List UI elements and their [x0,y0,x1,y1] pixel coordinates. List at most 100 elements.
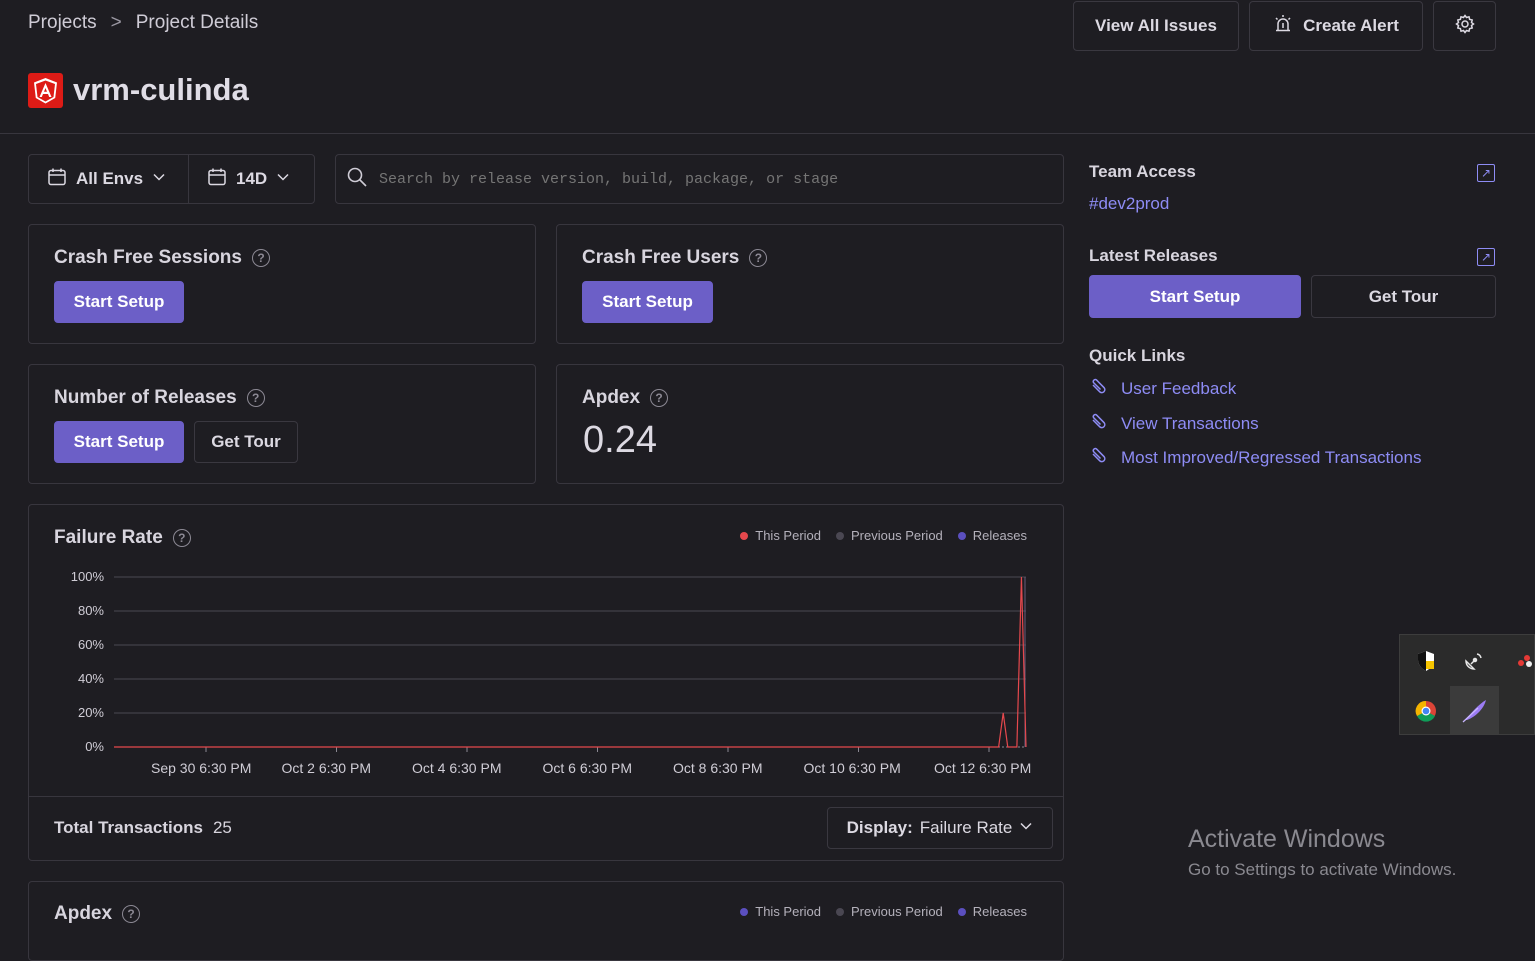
external-link-icon[interactable]: ↗ [1477,164,1495,182]
system-tray-overflow [1399,634,1535,735]
display-select-value: Failure Rate [919,818,1013,837]
apdex-chart-card: Apdex ? This Period Previous Period Rele… [28,881,1064,961]
page-title: vrm-culinda [73,72,249,107]
create-alert-button[interactable]: Create Alert [1249,1,1423,51]
team-link[interactable]: #dev2prod [1089,194,1169,214]
y-tick-label: 80% [77,603,104,618]
series-line-this-period[interactable] [114,576,1027,748]
start-setup-button[interactable]: Start Setup [582,281,713,323]
x-tick-label: Oct 10 6:30 PM [803,760,901,776]
release-search[interactable] [335,154,1064,204]
legend-label: Releases [972,528,1027,543]
activate-windows-subtitle: Go to Settings to activate Windows. [1188,860,1457,879]
quick-link-label: User Feedback [1121,378,1237,398]
chart-footer-divider [29,796,1063,797]
start-setup-button[interactable]: Start Setup [1089,275,1301,318]
x-tick-label: Oct 2 6:30 PM [281,760,371,776]
failure-rate-title: Failure Rate [54,527,163,548]
activate-windows-title: Activate Windows [1188,825,1386,853]
legend-dot [957,907,966,916]
legend-dot [957,531,966,540]
legend-releases[interactable]: Releases [957,528,1027,543]
help-icon[interactable]: ? [122,905,141,923]
legend-this-period[interactable]: This Period [740,528,821,543]
legend-previous-period[interactable]: Previous Period [836,528,943,543]
chevron-down-icon [276,169,290,189]
legend-releases[interactable]: Releases [957,904,1027,919]
colorful-app-icon[interactable] [1513,649,1535,673]
legend-dot [740,531,749,540]
breadcrumb-projects[interactable]: Projects [28,12,97,34]
paperclip-icon [1089,411,1109,436]
card-title: Apdex ? [54,903,141,925]
team-access-title: Team Access [1089,162,1196,181]
quick-link-user-feedback[interactable]: User Feedback [1089,376,1236,401]
start-setup-button[interactable]: Start Setup [54,281,184,323]
help-icon[interactable]: ? [650,389,669,407]
period-filter[interactable]: 14D [189,155,314,203]
env-filter[interactable]: All Envs [29,155,189,203]
get-tour-button[interactable]: Get Tour [1311,275,1496,318]
calendar-icon [207,167,227,192]
search-icon [346,166,368,193]
chart-legend: This Period Previous Period Releases [740,528,1027,543]
help-icon[interactable]: ? [246,389,265,407]
quick-link-label: View Transactions [1121,413,1259,433]
breadcrumb-separator-icon: > [110,12,122,33]
apdex-title: Apdex [582,387,641,408]
x-tick-label: Sep 30 6:30 PM [151,760,252,776]
external-link-icon[interactable]: ↗ [1477,248,1495,266]
crash-free-users-title: Crash Free Users [582,247,740,268]
satellite-icon[interactable] [1462,649,1486,673]
help-icon[interactable]: ? [749,249,768,267]
env-filter-label: All Envs [76,169,144,188]
calendar-icon [47,167,67,192]
security-shield-icon[interactable] [1414,649,1438,673]
settings-button[interactable] [1433,1,1496,51]
legend-this-period[interactable]: This Period [740,904,821,919]
help-icon[interactable]: ? [172,529,191,547]
legend-dot [836,907,845,916]
apdex-card: Apdex ? 0.24 [556,364,1064,484]
quick-link-view-transactions[interactable]: View Transactions [1089,411,1259,436]
chrome-icon[interactable] [1414,699,1438,723]
search-input[interactable] [377,169,1063,189]
display-select[interactable]: Display: Failure Rate [827,807,1053,849]
x-tick-label: Oct 8 6:30 PM [673,760,763,776]
legend-label: Previous Period [851,528,943,543]
card-title: Apdex ? [582,387,669,409]
paperclip-icon [1089,445,1109,470]
filter-group: All Envs 14D [28,154,315,204]
legend-previous-period[interactable]: Previous Period [836,904,943,919]
crash-free-sessions-title: Crash Free Sessions [54,247,242,268]
breadcrumb-current: Project Details [135,12,259,33]
quick-link-most-improved[interactable]: Most Improved/Regressed Transactions [1089,445,1421,470]
create-alert-label: Create Alert [1303,16,1399,35]
total-transactions-label: Total Transactions [54,818,203,837]
start-setup-button[interactable]: Start Setup [54,421,184,463]
chevron-down-icon [1019,818,1033,838]
number-of-releases-title: Number of Releases [54,387,237,408]
apdex-chart-title: Apdex [54,903,113,924]
legend-label: Releases [972,904,1027,919]
quick-link-label: Most Improved/Regressed Transactions [1121,447,1422,467]
failure-rate-card: Failure Rate ? This Period Previous Peri… [28,504,1064,861]
card-title: Crash Free Sessions ? [54,247,270,269]
view-all-issues-button[interactable]: View All Issues [1073,1,1239,51]
y-tick-label: 40% [77,671,104,686]
legend-dot [740,907,749,916]
card-title: Number of Releases ? [54,387,265,409]
breadcrumb: Projects > Project Details [28,12,258,34]
help-icon[interactable]: ? [251,249,270,267]
total-transactions: Total Transactions 25 [54,818,232,838]
display-select-label: Display: [846,818,913,837]
gear-icon [1454,13,1475,39]
get-tour-button[interactable]: Get Tour [194,421,298,463]
x-tick-label: Oct 12 6:30 PM [934,760,1032,776]
latest-releases-title: Latest Releases [1089,246,1218,265]
header-divider [0,133,1535,134]
feather-app-icon[interactable] [1450,686,1499,734]
card-title: Crash Free Users ? [582,247,768,269]
project-heading: vrm-culinda [28,72,249,108]
card-title: Failure Rate ? [54,527,191,549]
